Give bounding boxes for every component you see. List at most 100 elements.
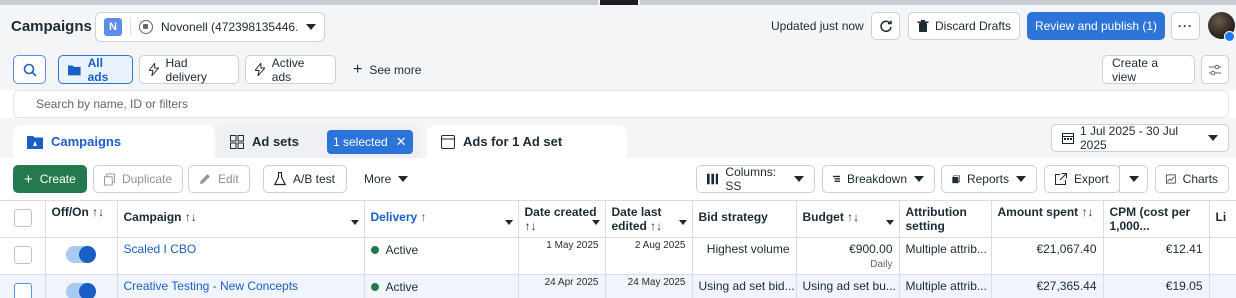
chevron-down-icon [350,220,359,225]
campaign-toggle[interactable] [65,246,96,263]
export-options-dropdown[interactable] [1119,165,1148,193]
export-button[interactable]: Export [1044,165,1120,193]
selection-pill[interactable]: 1 selected ✕ [326,129,413,154]
attribution-cell: Multiple attrib... [899,237,992,275]
column-header-bid-strategy[interactable]: Bid strategy [692,200,797,238]
column-header-cpm[interactable]: CPM (cost per 1,000... [1103,200,1210,238]
all-ads-filter[interactable]: All ads [58,55,133,84]
pencil-icon [200,174,210,184]
create-view-button[interactable]: Create a view [1102,55,1195,84]
see-more-filter[interactable]: + See more [344,55,430,84]
account-selector[interactable]: N Novonell (472398135446... [95,12,325,42]
review-label: Review and publish (1) [1034,19,1158,33]
row-checkbox[interactable] [14,283,32,298]
chevron-down-icon [1016,176,1026,182]
create-view-label: Create a view [1112,55,1159,84]
breakdown-label: Breakdown [846,172,907,186]
trash-icon [917,19,929,32]
column-header-label: CPM (cost per 1,000... [1109,205,1191,233]
reports-label: Reports [966,172,1009,186]
tab-campaigns-label: Campaigns [51,134,122,149]
tab-ads[interactable]: Ads for 1 Ad set [427,125,627,158]
create-button[interactable]: + Create [13,165,87,193]
table-row[interactable]: Scaled I CBO Active 1 May 2025 2 Aug 202… [0,237,1236,275]
updated-status: Updated just now [771,19,864,33]
chevron-down-icon [794,176,804,182]
column-menu[interactable] [885,214,894,228]
top-bar: Campaigns N Novonell (472398135446... Up… [0,5,1236,48]
date-range-label: 1 Jul 2025 - 30 Jul 2025 [1080,124,1179,152]
status-dot [370,283,379,291]
date-range-picker[interactable]: 1 Jul 2025 - 30 Jul 2025 [1051,124,1229,152]
ab-test-button[interactable]: A/B test [263,165,347,193]
search-input[interactable] [14,91,1228,117]
chevron-down-icon [504,220,513,225]
column-header-label: Li [1215,210,1227,224]
active-ads-label: Active ads [271,55,305,84]
column-header-attribution[interactable]: Attribution setting [899,200,992,238]
plus-icon: + [353,60,363,78]
column-header-date-created[interactable]: Date created ↑↓ [518,200,606,238]
column-header-amount-spent[interactable]: Amount spent ↑↓ [991,200,1104,238]
level-tabs: Campaigns Ad sets 1 selected ✕ Ads for 1… [0,118,1236,158]
tab-campaigns[interactable]: Campaigns [13,125,214,158]
select-all-header [0,200,46,238]
chevron-down-icon [1128,176,1139,182]
toggle-cell [45,237,118,275]
table-header-row: Off/On ↑↓ Campaign ↑↓ Delivery ↑ Date cr… [0,200,1236,238]
breakdown-dropdown[interactable]: Breakdown [822,165,935,193]
column-header-label: Off/On ↑↓ [51,205,105,219]
more-actions-dropdown[interactable]: More [354,165,419,193]
review-and-publish-button[interactable]: Review and publish (1) [1027,12,1165,40]
column-header-extra[interactable]: Li [1209,200,1236,238]
column-menu[interactable] [678,214,687,228]
more-options-button[interactable]: ··· [1171,12,1200,40]
column-menu[interactable] [350,214,359,228]
lightning-icon [255,63,265,76]
campaign-name-link[interactable]: Creative Testing - New Concepts [124,279,299,293]
column-header-campaign[interactable]: Campaign ↑↓ [117,200,365,238]
column-menu[interactable] [504,214,513,228]
see-more-label: See more [369,62,422,77]
had-delivery-filter[interactable]: Had delivery [139,55,239,84]
budget-cell: €900.00 Daily [796,237,900,275]
extra-cell [1209,274,1236,298]
column-header-budget[interactable]: Budget ↑↓ [796,200,900,238]
active-ads-filter[interactable]: Active ads [245,55,336,84]
attribution-cell: Multiple attrib... [899,274,992,298]
plus-icon: + [24,170,33,188]
columns-dropdown[interactable]: Columns: SS [696,165,815,193]
campaign-toggle[interactable] [65,283,96,298]
date-created-cell: 1 May 2025 [518,237,606,275]
close-icon[interactable]: ✕ [396,134,407,150]
business-icon [139,20,153,34]
tab-ad-sets[interactable]: Ad sets 1 selected ✕ [216,125,421,158]
column-header-delivery[interactable]: Delivery ↑ [364,200,519,238]
column-header-label: Amount spent ↑↓ [997,205,1094,219]
campaign-name-link[interactable]: Scaled I CBO [124,242,197,256]
column-header-off-on[interactable]: Off/On ↑↓ [45,200,118,238]
grid-icon [230,134,244,149]
budget-cell: Using ad set bu... [796,274,900,298]
charts-label: Charts [1182,172,1218,186]
duplicate-button[interactable]: Duplicate [93,165,183,193]
ad-icon [441,134,455,149]
action-bar: + Create Duplicate Edit A/B test More Co… [0,158,1236,200]
row-checkbox[interactable] [14,246,32,264]
column-header-label: Budget ↑↓ [802,210,860,224]
reports-dropdown[interactable]: Reports [941,165,1037,193]
refresh-button[interactable] [871,12,900,40]
edit-button[interactable]: Edit [188,165,250,193]
column-header-date-last-edited[interactable]: Date last edited ↑↓ [605,200,693,238]
column-header-label: Attribution setting [905,205,967,233]
bid-strategy-cell: Using ad set bid... [692,274,797,298]
search-button[interactable] [13,55,46,84]
column-menu[interactable] [591,214,600,228]
view-settings-button[interactable] [1201,55,1229,84]
discard-drafts-button[interactable]: Discard Drafts [908,12,1020,40]
charts-button[interactable]: Charts [1155,165,1229,193]
select-all-checkbox[interactable] [14,209,32,227]
delivery-status: Active [385,243,419,257]
table-row[interactable]: Creative Testing - New Concepts Active 2… [0,274,1236,298]
ab-test-label: A/B test [293,172,336,186]
